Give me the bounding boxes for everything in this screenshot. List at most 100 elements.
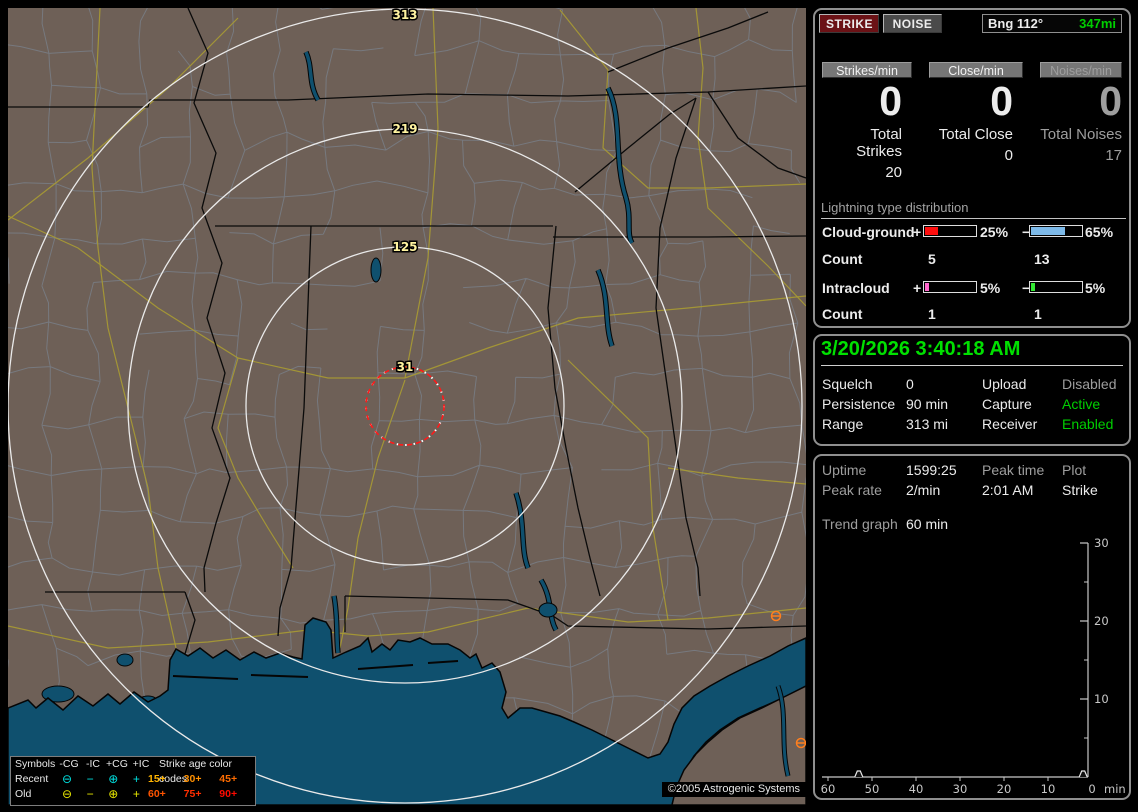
strike-symbol-glyph: − — [86, 787, 94, 801]
rate-value: 0 — [879, 78, 902, 124]
lightning-type-label: Intracloud — [822, 280, 890, 296]
distribution-row: Cloud-ground +25% −65% — [815, 224, 1129, 240]
rate-button[interactable]: Strikes/min — [822, 62, 912, 78]
total-value: 0 — [1004, 147, 1013, 164]
negative-count: 1 — [1034, 306, 1042, 322]
lightning-type-label: Cloud-ground — [822, 224, 915, 240]
y-tick-label: 10 — [1094, 692, 1109, 706]
plus-sign: + — [913, 280, 922, 296]
counter-column-strikes-min: Strikes/min 0 Total Strikes 20 — [822, 62, 912, 181]
strike-symbol-glyph: ⊕ — [108, 772, 119, 786]
bearing-distance: 347mi — [1079, 16, 1116, 31]
status-cell: 2/min — [906, 482, 941, 498]
rate-value: 0 — [1099, 78, 1122, 124]
x-tick-label: 40 — [909, 782, 924, 796]
range-ring-label: 31 — [397, 360, 414, 374]
lake — [116, 653, 134, 667]
status-cell: 313 mi — [906, 416, 949, 432]
status-cell: Plot — [1062, 462, 1087, 478]
rate-value: 0 — [990, 78, 1013, 124]
positive-percent: 25% — [980, 224, 1009, 240]
status-cell: Range — [822, 416, 864, 432]
status-row: Peak rate 2/min 2:01 AM Strike — [815, 482, 1129, 502]
count-label: Count — [822, 306, 863, 322]
range-ring-label: 313 — [392, 8, 417, 22]
trend-graph: 10 20 30 60 50 40 30 20 10 0 min — [821, 536, 1126, 796]
strike-stats-panel: STRIKE NOISE Bng 112° 347mi Strikes/min 0… — [813, 8, 1131, 328]
age-code: 30+ — [183, 773, 202, 785]
total-value: 17 — [1105, 147, 1122, 164]
strike-legend: Symbols -CG -IC +CG +IC Strike age color code… — [10, 756, 256, 806]
x-tick-label: 20 — [997, 782, 1012, 796]
positive-count: 5 — [928, 251, 936, 267]
status-cell: Active — [1062, 396, 1101, 412]
map-copyright: ©2005 Astrogenic Systems — [661, 782, 806, 797]
bearing-label: Bng 112° — [988, 16, 1044, 31]
bearing-display: Bng 112° 347mi — [982, 14, 1122, 33]
lake — [370, 257, 382, 283]
negative-percent: 65% — [1085, 224, 1114, 240]
positive-bar — [923, 281, 977, 293]
status-cell: Peak rate — [822, 482, 882, 498]
radar-map[interactable]: 31 125 219 313 ©2005 Astrogenic Systems — [8, 8, 806, 805]
status-cell: Receiver — [982, 416, 1038, 432]
trend-graph-label: Trend graph — [822, 516, 898, 532]
negative-count: 13 — [1034, 251, 1050, 267]
status-cell: 0 — [906, 376, 914, 392]
legend-row-label: Recent — [15, 773, 49, 785]
trend-panel: 10 20 30 60 50 40 30 20 10 0 min Uptime 1599:25 Peak… — [813, 454, 1131, 800]
legend-col-header: +CG — [106, 758, 128, 770]
noise-mode-button[interactable]: NOISE — [883, 14, 942, 33]
legend-col-header: -CG — [59, 758, 79, 770]
status-row: Range 313 mi Receiver Enabled — [815, 416, 1129, 436]
count-label: Count — [822, 251, 863, 267]
counter-column-noises-min: Noises/min 0 Total Noises 17 — [1040, 62, 1122, 181]
trend-graph-window: 60 min — [906, 516, 949, 532]
rate-button[interactable]: Close/min — [929, 62, 1023, 78]
status-cell: Uptime — [822, 462, 867, 478]
x-tick-label: 0 — [1088, 782, 1095, 796]
negative-percent: 5% — [1085, 280, 1106, 296]
status-cell: Persistence — [822, 396, 896, 412]
strike-symbol-glyph: + — [132, 772, 140, 786]
total-label: Total Strikes — [856, 126, 902, 160]
trend-graph-label-row: Trend graph 60 min — [815, 516, 1129, 534]
x-tick-label: 30 — [953, 782, 968, 796]
x-axis-unit: min — [1104, 782, 1126, 796]
positive-count: 1 — [928, 306, 936, 322]
legend-row-label: Old — [15, 788, 32, 800]
y-tick-label: 20 — [1094, 614, 1109, 628]
total-label: Total Close — [938, 126, 1013, 143]
map-canvas: 31 125 219 313 — [8, 8, 806, 805]
counter-column-close-min: Close/min 0 Total Close 0 — [929, 62, 1023, 181]
rate-button[interactable]: Noises/min — [1040, 62, 1122, 78]
total-value: 20 — [885, 164, 902, 181]
datetime-display: 3/20/2026 3:40:18 AM — [821, 338, 1123, 366]
strike-symbol-glyph: + — [132, 787, 140, 801]
y-tick-label: 30 — [1094, 536, 1109, 550]
negative-bar — [1029, 281, 1083, 293]
range-ring-label: 125 — [392, 240, 417, 254]
axes — [822, 543, 1089, 778]
status-cell: Strike — [1062, 482, 1098, 498]
age-code: 75+ — [183, 788, 202, 800]
positive-bar — [923, 225, 977, 237]
trend-bump — [854, 770, 864, 778]
distribution-row: Intracloud +5% −5% — [815, 280, 1129, 296]
status-cell: 2:01 AM — [982, 482, 1034, 498]
lake — [538, 602, 558, 618]
age-code: 45+ — [219, 773, 238, 785]
legend-row-old: Old ⊖ − ⊕ +60+ 75+ 90+ — [11, 787, 255, 802]
strike-symbol-glyph: ⊕ — [108, 787, 119, 801]
strike-mode-button[interactable]: STRIKE — [819, 14, 879, 33]
range-ring-label: 219 — [392, 122, 417, 136]
rate-counters: Strikes/min 0 Total Strikes 20 Close/min 0 Tot… — [822, 62, 1122, 181]
legend-age-header: Strike age color codes — [159, 758, 232, 785]
strike-symbol-glyph: − — [86, 772, 94, 786]
clock-status-panel: 3/20/2026 3:40:18 AM Squelch 0 Upload Disab… — [813, 334, 1131, 446]
status-row: Uptime 1599:25 Peak time Plot — [815, 462, 1129, 482]
status-cell: Peak time — [982, 462, 1045, 478]
status-cell: Enabled — [1062, 416, 1114, 432]
legend-col-header: -IC — [86, 758, 100, 770]
positive-percent: 5% — [980, 280, 1001, 296]
